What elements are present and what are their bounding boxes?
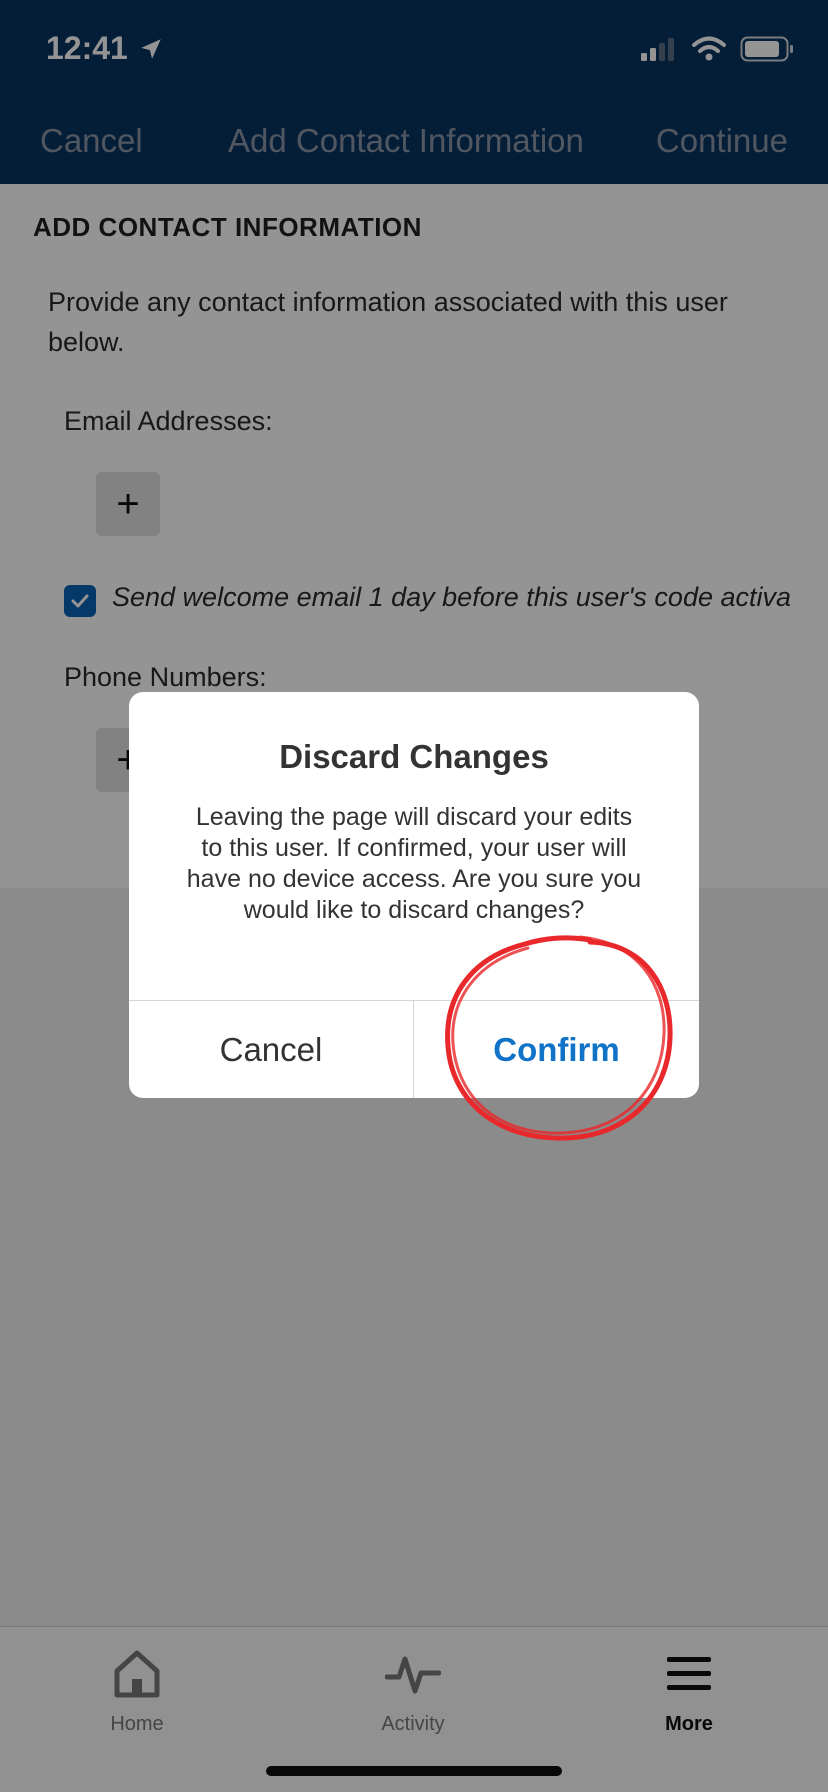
dialog-message: Leaving the page will discard your edits…: [186, 803, 642, 924]
dialog-title: Discard Changes: [279, 738, 549, 775]
dialog-cancel-button[interactable]: Cancel: [129, 1001, 413, 1098]
annotation-circle: [445, 935, 673, 1141]
